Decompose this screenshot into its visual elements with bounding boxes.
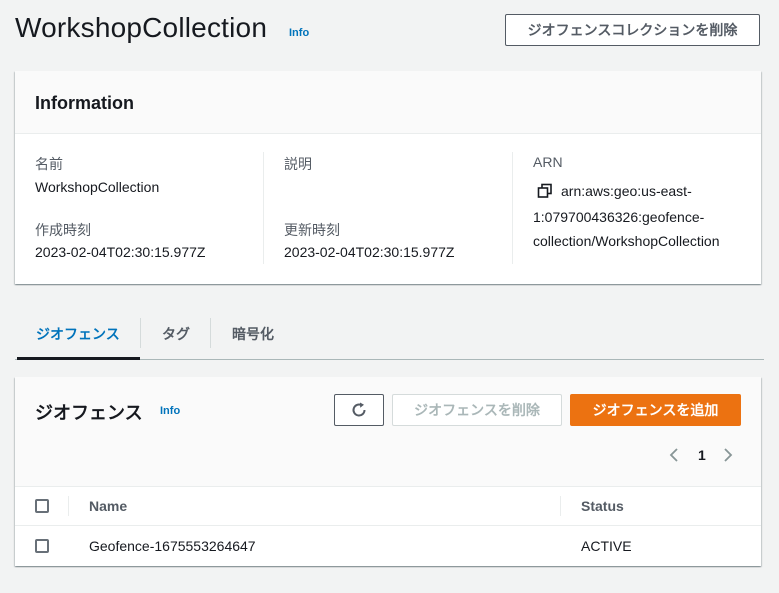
- tab-geofences[interactable]: ジオフェンス: [36, 318, 120, 350]
- tab-encryption[interactable]: 暗号化: [232, 318, 274, 350]
- add-geofence-button[interactable]: ジオフェンスを追加: [570, 394, 741, 426]
- geofences-panel-header: ジオフェンス Info ジオフェンスを削除 ジオフェンスを追加 1: [15, 377, 761, 487]
- tab-tags[interactable]: タグ: [162, 318, 190, 350]
- arn-value-line3: collection/WorkshopCollection: [533, 233, 720, 249]
- description-label: 説明: [284, 156, 312, 172]
- updated-value: 2023-02-04T02:30:15.977Z: [284, 244, 455, 260]
- geofences-info-link[interactable]: Info: [160, 405, 180, 417]
- column-header-status[interactable]: Status: [581, 498, 624, 514]
- tab-separator: [210, 318, 211, 348]
- tab-separator: [140, 318, 141, 348]
- column-divider: [512, 152, 513, 264]
- page-title: WorkshopCollection: [15, 12, 268, 43]
- created-label: 作成時刻: [35, 222, 91, 238]
- chevron-right-icon[interactable]: [722, 447, 734, 463]
- copy-icon[interactable]: [537, 183, 553, 199]
- arn-value-line2: 1:079700436326:geofence-: [533, 209, 705, 225]
- refresh-icon: [350, 401, 368, 419]
- row-divider: [15, 525, 761, 526]
- column-divider: [263, 152, 264, 264]
- column-separator: [560, 496, 561, 516]
- column-separator: [68, 496, 69, 516]
- information-title: Information: [35, 93, 134, 113]
- page-number[interactable]: 1: [698, 447, 706, 463]
- select-all-checkbox[interactable]: [35, 499, 49, 513]
- arn-value-line1: arn:aws:geo:us-east-: [561, 183, 692, 199]
- name-value: WorkshopCollection: [35, 179, 160, 195]
- geofences-title: ジオフェンス: [35, 403, 143, 423]
- geofence-status-cell: ACTIVE: [581, 538, 632, 554]
- column-header-name[interactable]: Name: [89, 498, 127, 514]
- delete-collection-button[interactable]: ジオフェンスコレクションを削除: [505, 14, 760, 46]
- arn-label: ARN: [533, 154, 563, 170]
- information-panel: Information 名前 WorkshopCollection 作成時刻 2…: [15, 71, 761, 284]
- refresh-button[interactable]: [334, 394, 384, 426]
- active-tab-indicator: [17, 357, 140, 360]
- page-info-link[interactable]: Info: [289, 27, 309, 39]
- updated-label: 更新時刻: [284, 222, 340, 238]
- name-label: 名前: [35, 156, 63, 172]
- row-checkbox[interactable]: [35, 539, 49, 553]
- chevron-left-icon[interactable]: [668, 447, 680, 463]
- delete-geofence-button[interactable]: ジオフェンスを削除: [392, 394, 562, 426]
- geofences-panel: ジオフェンス Info ジオフェンスを削除 ジオフェンスを追加 1 Name S…: [15, 377, 761, 566]
- created-value: 2023-02-04T02:30:15.977Z: [35, 244, 206, 260]
- geofence-name-cell: Geofence-1675553264647: [89, 538, 256, 554]
- information-panel-header: Information: [15, 71, 761, 134]
